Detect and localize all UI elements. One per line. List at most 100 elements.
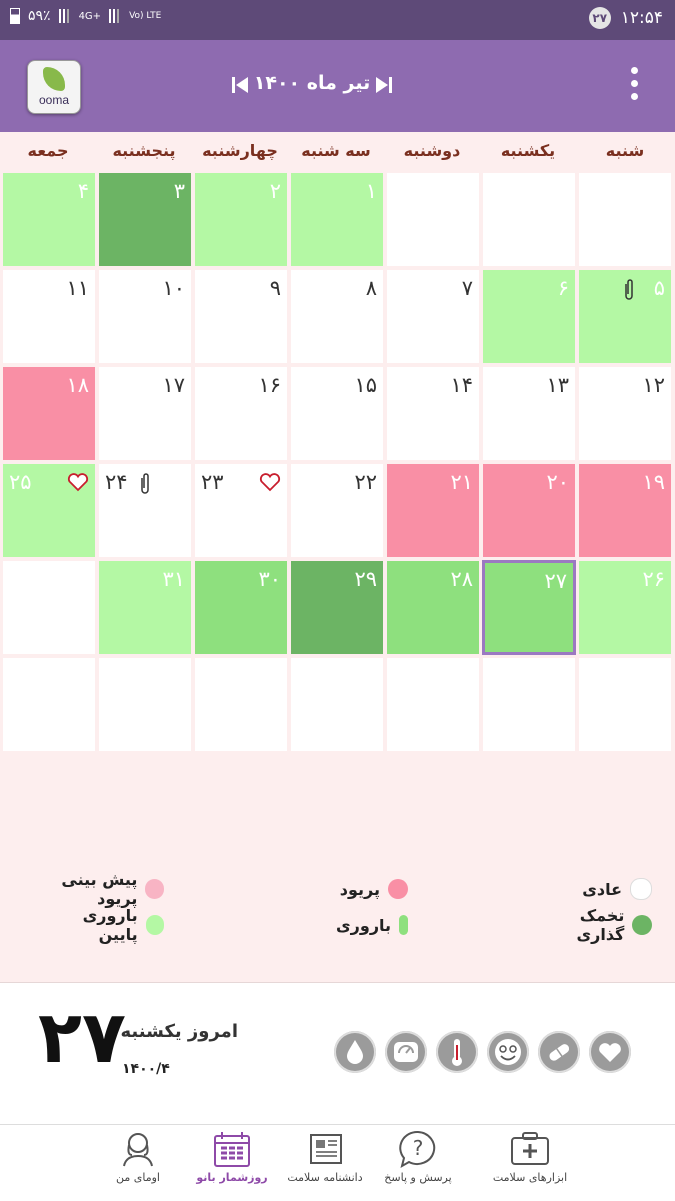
day-number: ۱۹ [642,470,665,494]
calendar-day[interactable]: ۱۵ [290,366,384,461]
calendar-day[interactable]: ۳۰ [194,560,288,655]
calendar-day[interactable]: ۵ [578,269,672,364]
calendar-day[interactable]: ۱۰ [98,269,192,364]
calendar-day[interactable]: ۱۹ [578,463,672,558]
overflow-menu-button[interactable] [630,67,640,105]
day-number: ۱۱ [66,276,89,300]
legend-low-fertility: باروری پایین [46,906,164,944]
leaf-icon [43,67,65,91]
month-navigator: تیر ماه ۱۴۰۰ [228,68,396,102]
day-number: ۱۷ [162,373,185,397]
calendar-day-empty [2,560,96,655]
day-number: ۳۱ [162,567,185,591]
mood-button[interactable] [487,1031,529,1073]
app-logo[interactable]: ooma [27,60,81,114]
day-number: ۱۰ [162,276,185,300]
nav-label: ابزارهای سلامت [492,1171,568,1184]
calendar-day[interactable]: ۱۷ [98,366,192,461]
medication-button[interactable] [538,1031,580,1073]
calendar-day[interactable]: ۷ [386,269,480,364]
calendar-day[interactable]: ۱۴ [386,366,480,461]
calendar-day[interactable]: ۱ [290,172,384,267]
temperature-button[interactable] [436,1031,478,1073]
day-number: ۳ [173,179,185,203]
day-number: ۱۶ [258,373,281,397]
nav-profile[interactable]: اومای من [78,1129,198,1184]
notification-badge: ۲۷ [588,7,611,29]
day-number: ۷ [461,276,473,300]
calendar-day-empty [386,172,480,267]
legend: عادی پریود پیش بینی پریود تخمک گذاری بار… [0,868,675,948]
calendar-day[interactable]: ۲۵ [2,463,96,558]
weight-scale-button[interactable] [385,1031,427,1073]
calendar-day[interactable]: ۲۳ [194,463,288,558]
legend-dot [632,915,652,935]
water-drop-button[interactable] [334,1031,376,1073]
legend-period: پریود [330,876,408,902]
pill-icon [549,1044,570,1061]
next-month-button[interactable] [375,76,393,94]
calendar-day[interactable]: ۸ [290,269,384,364]
month-title: تیر ماه ۱۴۰۰ [253,72,371,94]
volte-label: Vo) LTE [129,11,162,21]
status-bar: ۵۹٪ 4G+ Vo) LTE ۲۷ ۱۲:۵۴ [0,0,675,40]
calendar-day[interactable]: ۳۱ [98,560,192,655]
heart-icon [67,472,89,496]
water-drop-icon [347,1040,363,1064]
calendar-day[interactable]: ۲۲ [290,463,384,558]
status-right: ۲۷ ۱۲:۵۴ [588,7,663,29]
day-number: ۵ [653,276,665,300]
calendar-day-today[interactable]: ۲۷ [482,560,576,655]
heart-icon [259,472,281,496]
calendar-day[interactable]: ۱۱ [2,269,96,364]
calendar-day[interactable]: ۳ [98,172,192,267]
day-number: ۳۰ [258,567,281,591]
status-time: ۱۲:۵۴ [620,8,663,28]
legend-dot [399,915,408,935]
menu-dot-icon [631,80,638,87]
day-number: ۲۲ [354,470,377,494]
calendar-day[interactable]: ۴ [2,172,96,267]
calendar-day-empty [578,657,672,752]
legend-label: باروری پایین [82,906,138,944]
calendar-day[interactable]: ۱۲ [578,366,672,461]
calendar-day[interactable]: ۱۳ [482,366,576,461]
calendar-day[interactable]: ۲۰ [482,463,576,558]
battery-icon [10,8,20,24]
menu-dot-icon [631,93,638,100]
calendar-day-empty [2,657,96,752]
calendar-day[interactable]: ۱۶ [194,366,288,461]
day-number: ۹ [269,276,281,300]
nav-health-tools[interactable]: ابزارهای سلامت [470,1129,590,1184]
calendar-day[interactable]: ۱۸ [2,366,96,461]
calendar-day-empty [194,657,288,752]
day-number: ۲۸ [450,567,473,591]
legend-label: پریود [339,879,380,899]
day-number: ۱۲ [642,373,665,397]
calendar-day[interactable]: ۹ [194,269,288,364]
calendar-day[interactable]: ۲۶ [578,560,672,655]
day-number: ۲۳ [201,470,224,494]
calendar-day-empty [578,172,672,267]
calendar-day[interactable]: ۲ [194,172,288,267]
weekday-thursday: پنجشنبه [112,141,176,160]
weekday-sunday: یکشنبه [500,141,556,160]
calendar-day[interactable]: ۶ [482,269,576,364]
calendar-day[interactable]: ۲۸ [386,560,480,655]
day-number: ۲۰ [546,470,569,494]
weekday-monday: دوشنبه [403,141,461,160]
calendar-day[interactable]: ۲۹ [290,560,384,655]
nav-label: اومای من [116,1171,160,1184]
calendar-day[interactable]: ۲۴ [98,463,192,558]
legend-dot [145,915,164,935]
previous-month-button[interactable] [231,76,249,94]
newspaper-icon [310,1134,342,1164]
today-day-number: ۲۷ [38,995,126,1079]
intercourse-button[interactable] [589,1031,631,1073]
day-number: ۲۴ [105,470,128,494]
paperclip-icon [139,472,151,500]
heart-icon [599,1043,621,1062]
weekday-header: جمعه پنجشنبه چهارشنبه سه شنبه دوشنبه یکش… [0,132,675,170]
calendar-day[interactable]: ۲۱ [386,463,480,558]
day-number: ۱۸ [66,373,89,397]
